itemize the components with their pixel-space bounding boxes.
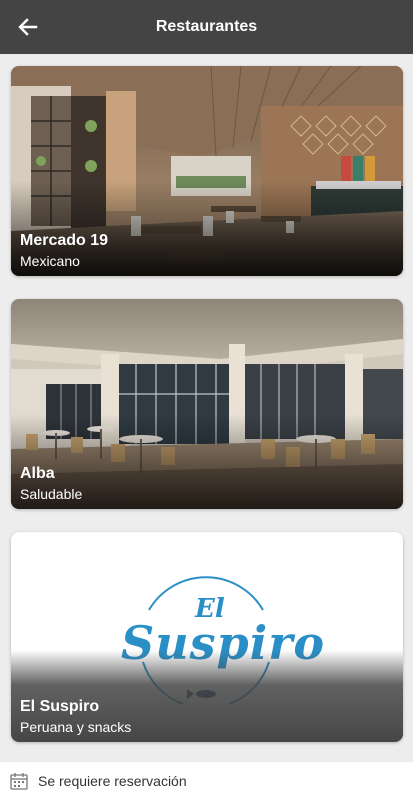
restaurant-cuisine: Mexicano [20,253,80,269]
reservation-note: Se requiere reservación [0,762,413,800]
restaurant-card-el-suspiro[interactable]: El Suspiro El Suspiro Peruana y snacks [11,532,403,742]
restaurant-cuisine: Peruana y snacks [20,719,132,735]
restaurant-name: Mercado 19 [20,232,109,249]
restaurant-name: El Suspiro [20,698,100,715]
page-title: Restaurantes [155,18,258,35]
restaurant-card-mercado-19[interactable]: Mercado 19 Mexicano [11,66,403,276]
restaurant-card-alba[interactable]: Alba Saludable [11,299,403,509]
back-button[interactable] [10,9,46,45]
restaurant-cuisine: Saludable [20,486,83,502]
arrow-left-icon [18,18,38,36]
app-bar: Restaurantes [0,0,413,54]
calendar-icon [10,773,28,790]
reservation-note-text: Se requiere reservación [38,773,187,789]
restaurant-name: Alba [20,465,55,482]
